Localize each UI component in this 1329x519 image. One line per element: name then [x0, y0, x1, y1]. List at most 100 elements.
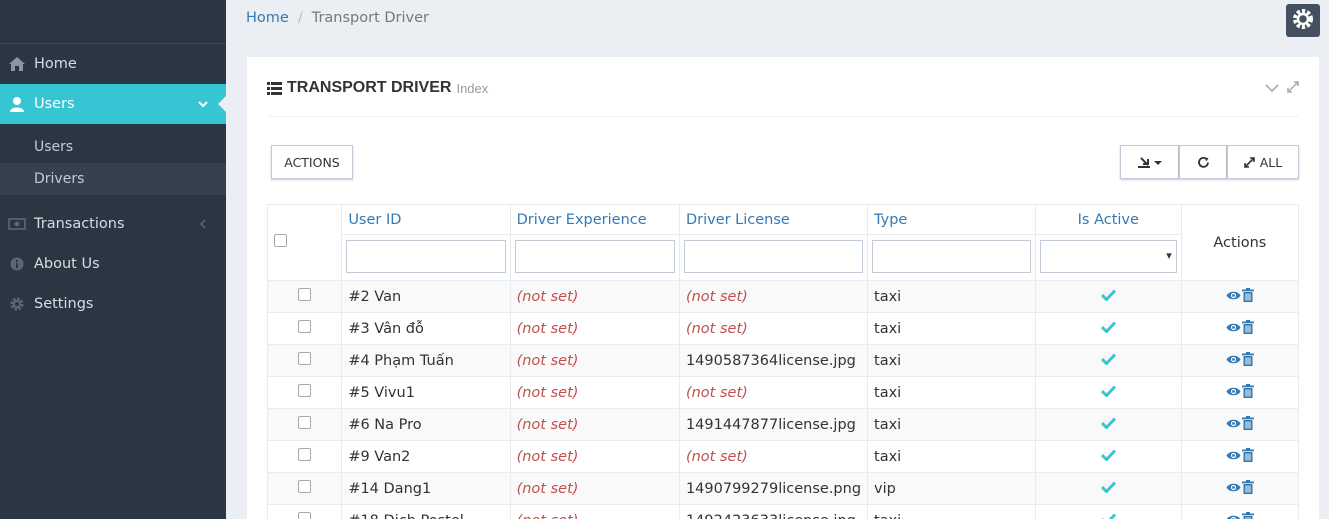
type-filter-input[interactable] — [872, 240, 1031, 273]
user-id-cell: #14 Dang1 — [341, 472, 511, 505]
type-cell: taxi — [867, 440, 1036, 473]
is-active-filter-select[interactable] — [1039, 240, 1177, 273]
check-icon — [1100, 416, 1116, 433]
driver-license-cell: 1492423633license.jpg — [678, 504, 869, 519]
portlet-subtitle: Index — [456, 80, 489, 96]
is-active-cell — [1034, 440, 1182, 473]
view-icon[interactable] — [1226, 321, 1241, 337]
driver-license-filter-input[interactable] — [683, 240, 864, 273]
is-active-cell — [1034, 408, 1182, 441]
row-checkbox[interactable] — [298, 320, 312, 333]
row-checkbox[interactable] — [298, 480, 312, 493]
trash-icon[interactable] — [1241, 447, 1254, 466]
sidebar-item-about[interactable]: About Us — [0, 244, 226, 284]
filter-cell — [867, 234, 1036, 281]
column-header-type[interactable]: Type — [867, 204, 1036, 235]
trash-icon[interactable] — [1241, 287, 1254, 306]
row-select-cell — [266, 472, 343, 505]
row-actions-cell — [1180, 408, 1300, 441]
row-checkbox[interactable] — [298, 384, 312, 397]
drivers-table: User ID Driver Experience Driver License… — [266, 204, 1300, 519]
sidebar-subitem-drivers[interactable]: Drivers — [0, 163, 226, 195]
select-all-checkbox[interactable] — [274, 234, 287, 247]
view-icon[interactable] — [1226, 385, 1241, 401]
user-id-cell: #9 Van2 — [341, 440, 511, 473]
driver-experience-filter-input[interactable] — [514, 240, 675, 273]
sidebar-brand — [0, 0, 226, 44]
table-row: #3 Vân đỗ (not set) (not set) taxi — [266, 312, 1300, 345]
column-header-is-active[interactable]: Is Active — [1034, 204, 1182, 235]
fullscreen-icon[interactable] — [1287, 81, 1299, 97]
row-checkbox[interactable] — [298, 448, 312, 461]
page-title: TRANSPORT DRIVER Index — [267, 79, 488, 97]
view-icon[interactable] — [1226, 481, 1241, 497]
view-icon[interactable] — [1226, 353, 1241, 369]
view-icon[interactable] — [1226, 449, 1241, 465]
portlet: TRANSPORT DRIVER Index ACTIONS ALL User … — [247, 57, 1319, 519]
driver-experience-cell: (not set) — [509, 312, 680, 345]
trash-icon[interactable] — [1241, 383, 1254, 402]
user-id-cell: #6 Na Pro — [341, 408, 511, 441]
trash-icon[interactable] — [1241, 511, 1254, 519]
row-actions-cell — [1180, 504, 1300, 519]
row-checkbox[interactable] — [298, 512, 312, 519]
money-icon — [0, 218, 34, 230]
row-actions-cell — [1180, 376, 1300, 409]
export-icon — [1137, 156, 1163, 168]
row-select-cell — [266, 280, 343, 313]
refresh-button[interactable] — [1179, 145, 1227, 179]
portlet-title-text: TRANSPORT DRIVER — [287, 79, 452, 96]
sidebar-item-users[interactable]: Users — [0, 84, 226, 124]
collapse-icon[interactable] — [1265, 81, 1279, 97]
column-header-driver-experience[interactable]: Driver Experience — [509, 204, 680, 235]
user-id-filter-input[interactable] — [346, 240, 506, 273]
row-checkbox[interactable] — [298, 416, 312, 429]
settings-toggle-button[interactable] — [1286, 4, 1320, 37]
portlet-tools — [1265, 81, 1299, 97]
type-cell: taxi — [867, 344, 1036, 377]
row-checkbox[interactable] — [298, 352, 312, 365]
driver-license-cell: 1490587364license.jpg — [678, 344, 869, 377]
trash-icon[interactable] — [1241, 351, 1254, 370]
view-icon[interactable] — [1226, 289, 1241, 305]
user-id-cell: #18 Dich Postel — [341, 504, 511, 519]
driver-license-cell: 1491447877license.jpg — [678, 408, 869, 441]
column-header-user-id[interactable]: User ID — [341, 204, 511, 235]
sidebar-item-home[interactable]: Home — [0, 44, 226, 84]
row-select-cell — [266, 408, 343, 441]
user-id-cell: #4 Phạm Tuấn — [341, 344, 511, 377]
trash-icon[interactable] — [1241, 415, 1254, 434]
row-select-cell — [266, 440, 343, 473]
sidebar-item-settings[interactable]: Settings — [0, 284, 226, 324]
check-icon — [1101, 512, 1116, 519]
actions-button[interactable]: ACTIONS — [271, 145, 353, 179]
breadcrumb-home[interactable]: Home — [246, 10, 289, 26]
table-row: #18 Dich Postel(not set)1492423633licens… — [266, 504, 1300, 519]
sidebar-item-label: Settings — [34, 296, 94, 312]
view-icon[interactable] — [1226, 417, 1241, 433]
row-select-cell — [266, 344, 343, 377]
breadcrumb-separator: / — [297, 10, 303, 26]
row-select-cell — [266, 312, 343, 345]
column-header-driver-license[interactable]: Driver License — [678, 204, 869, 235]
check-icon — [1100, 480, 1116, 497]
sidebar-item-transactions[interactable]: Transactions — [0, 204, 226, 244]
check-icon — [1100, 384, 1116, 401]
trash-icon[interactable] — [1241, 479, 1254, 498]
show-all-button[interactable]: ALL — [1227, 145, 1299, 179]
info-icon — [0, 257, 34, 271]
driver-experience-cell: (not set) — [509, 344, 680, 377]
check-icon — [1100, 288, 1116, 305]
export-dropdown-button[interactable] — [1120, 145, 1179, 179]
driver-experience-cell: (not set) — [509, 472, 680, 505]
chevron-left-icon — [198, 217, 208, 233]
driver-license-cell: (not set) — [678, 312, 869, 345]
view-icon[interactable] — [1226, 513, 1241, 519]
user-id-cell: #5 Vivu1 — [341, 376, 511, 409]
sidebar-subitem-users[interactable]: Users — [0, 131, 226, 163]
trash-icon[interactable] — [1241, 319, 1254, 338]
row-checkbox[interactable] — [298, 288, 312, 301]
is-active-cell — [1034, 280, 1182, 313]
is-active-cell — [1034, 344, 1182, 377]
filter-cell — [341, 234, 511, 281]
